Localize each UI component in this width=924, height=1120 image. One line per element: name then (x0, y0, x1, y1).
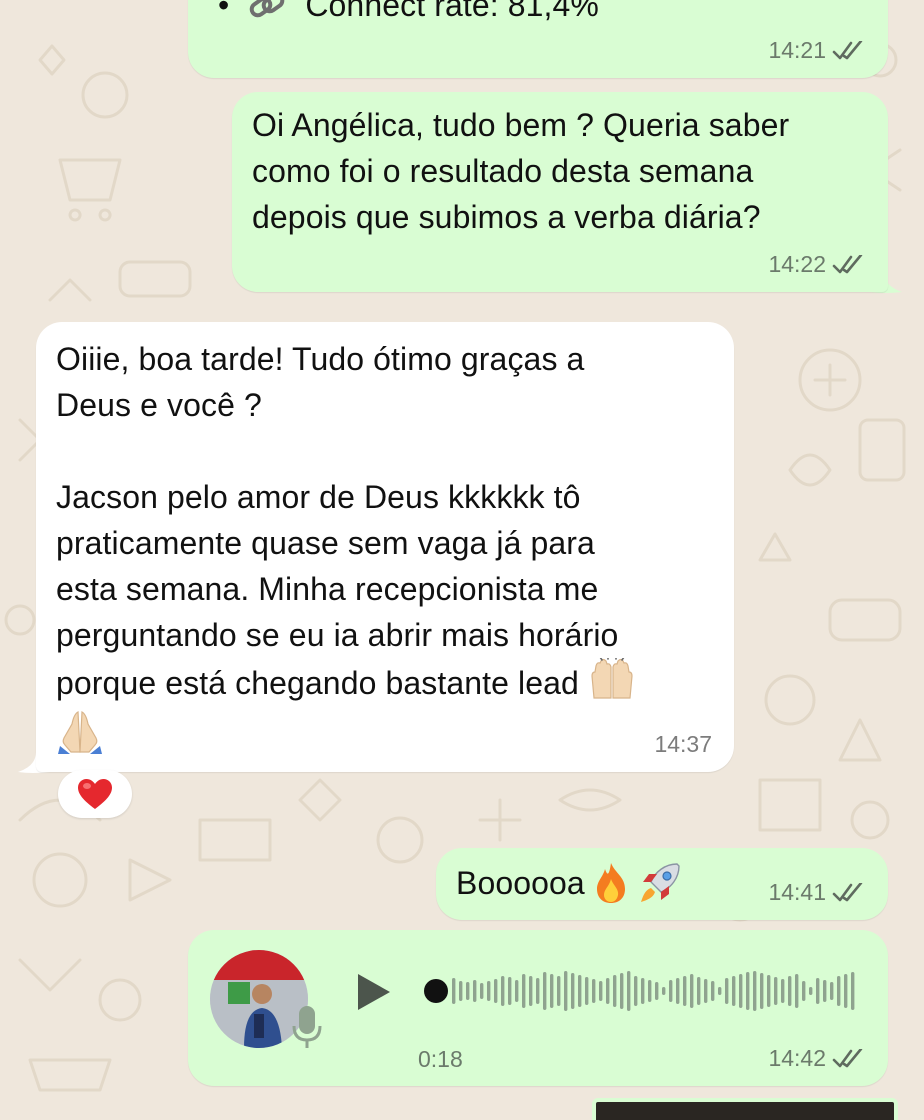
message-text: Boooooa (456, 865, 585, 901)
waveform-bar (466, 982, 470, 1000)
waveform-bar (452, 978, 456, 1004)
waveform-bar (648, 980, 652, 1002)
waveform-bar (515, 980, 519, 1002)
waveform-bar (683, 976, 687, 1006)
double-check-read-icon (832, 1048, 863, 1067)
waveform-bar (753, 971, 757, 1011)
bullet-point: • (218, 0, 230, 23)
waveform-bar (669, 980, 673, 1002)
fire-emoji-icon (596, 863, 625, 903)
waveform-bar (522, 974, 526, 1008)
outgoing-message-bubble[interactable]: Oi Angélica, tudo bem ? Queria saber com… (232, 92, 888, 292)
waveform-bar (760, 973, 764, 1009)
double-check-read-icon (832, 40, 863, 59)
waveform-bar (494, 979, 498, 1003)
waveform-bar (508, 977, 512, 1005)
waveform-bar (732, 976, 736, 1006)
audio-waveform[interactable] (452, 966, 862, 1016)
waveform-bar (725, 978, 729, 1004)
waveform-bar (655, 982, 659, 1000)
waveform-bar (788, 976, 792, 1006)
waveform-bar (809, 987, 813, 995)
message-timestamp: 14:37 (654, 731, 712, 757)
waveform-bar (571, 973, 575, 1009)
waveform-bar (844, 974, 848, 1008)
message-timestamp: 14:22 (768, 251, 826, 277)
waveform-bar (802, 981, 806, 1001)
waveform-bar (599, 981, 603, 1001)
waveform-bar (473, 980, 477, 1002)
message-reaction[interactable] (58, 770, 132, 818)
waveform-bar (711, 981, 715, 1001)
message-meta: 14:37 (654, 731, 712, 758)
waveform-bar (564, 971, 568, 1011)
waveform-bar (704, 979, 708, 1003)
waveform-bar (837, 976, 841, 1006)
waveform-bar (697, 977, 701, 1005)
waveform-bar (690, 974, 694, 1008)
waveform-bar (795, 974, 799, 1008)
outgoing-message-bubble[interactable]: • Connect rate: 81,4% 14:21 (188, 0, 888, 78)
waveform-bar (634, 976, 638, 1006)
waveform-bar (718, 987, 722, 995)
message-timestamp: 14:42 (768, 1045, 826, 1071)
waveform-bar (557, 976, 561, 1006)
waveform-bar (774, 977, 778, 1005)
double-check-read-icon (832, 254, 863, 273)
voice-duration: 0:18 (418, 1046, 463, 1072)
waveform-bar (620, 973, 624, 1009)
waveform-bar (613, 975, 617, 1007)
waveform-bar (830, 982, 834, 1000)
message-timestamp: 14:41 (768, 879, 826, 905)
rocket-emoji-icon (640, 863, 680, 902)
waveform-bar (487, 981, 491, 1001)
message-meta: 14:41 (768, 879, 866, 906)
waveform-bar (662, 987, 666, 995)
waveform-bar (459, 981, 463, 1001)
waveform-bar (578, 975, 582, 1007)
waveform-bar (606, 978, 610, 1004)
audio-scrubber-handle[interactable] (424, 979, 448, 1003)
message-meta: 14:42 (768, 1045, 866, 1072)
message-meta: 14:22 (768, 251, 866, 278)
incoming-message-bubble[interactable]: Oiiie, boa tarde! Tudo ótimo graças a De… (36, 322, 734, 772)
waveform-bar (823, 980, 827, 1002)
waveform-bar (739, 974, 743, 1008)
waveform-bar (501, 976, 505, 1006)
waveform-bar (550, 974, 554, 1008)
waveform-bar (816, 978, 820, 1004)
waveform-bar (585, 977, 589, 1005)
folded-hands-emoji-icon (58, 710, 102, 754)
waveform-bar (767, 975, 771, 1007)
play-button[interactable] (356, 972, 392, 1012)
waveform-bar (641, 978, 645, 1004)
waveform-bar (529, 976, 533, 1006)
waveform-bar (592, 979, 596, 1003)
waveform-bar (851, 972, 855, 1010)
next-media-message-preview[interactable] (592, 1098, 898, 1120)
microphone-icon (292, 1006, 322, 1048)
link-emoji-icon (250, 0, 285, 18)
message-text: Connect rate: 81,4% (305, 0, 599, 23)
waveform-bar (781, 979, 785, 1003)
double-check-read-icon (832, 882, 863, 901)
heart-emoji-icon (78, 779, 112, 809)
message-text: Oi Angélica, tudo bem ? Queria saber com… (252, 107, 790, 235)
raising-hands-emoji-icon (591, 658, 633, 699)
waveform-bar (627, 971, 631, 1011)
waveform-bar (746, 972, 750, 1010)
message-text: Oiiie, boa tarde! Tudo ótimo graças a De… (56, 336, 726, 754)
outgoing-message-bubble[interactable]: Boooooa 14:41 (436, 848, 888, 920)
message-text-body: Oiiie, boa tarde! Tudo ótimo graças a De… (56, 341, 619, 701)
message-meta: 14:21 (768, 37, 866, 64)
waveform-bar (480, 983, 484, 999)
waveform-bar (536, 978, 540, 1004)
message-timestamp: 14:21 (768, 37, 826, 63)
waveform-bar (543, 972, 547, 1010)
waveform-bar (676, 978, 680, 1004)
